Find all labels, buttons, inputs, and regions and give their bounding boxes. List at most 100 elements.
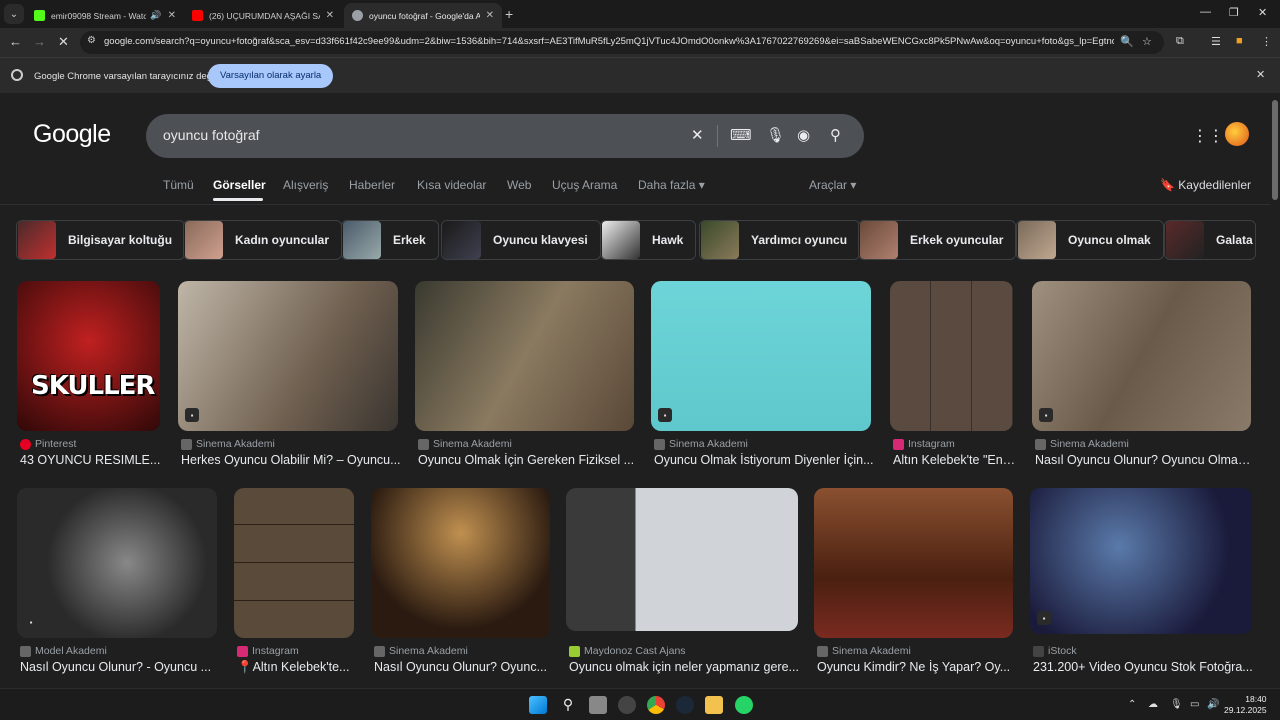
volume-icon[interactable]: 🔊 [1207,699,1219,710]
tab-images[interactable]: Görseller [213,178,266,192]
chip-erkek-oyuncular[interactable]: Erkek oyuncular [858,220,1017,260]
lens-icon[interactable]: ◉ [797,126,810,144]
clear-icon[interactable]: ✕ [691,126,704,144]
set-default-button[interactable]: Varsayılan olarak ayarla [208,64,334,88]
result-image[interactable] [566,488,798,631]
result-source[interactable]: Sinema Akademi [1035,438,1129,450]
tab-flights[interactable]: Uçuş Arama [552,178,617,192]
extensions-icon[interactable]: ⧉ [1176,35,1184,48]
chip-oyuncu-klavyesi[interactable]: Oyuncu klavyesi [441,220,601,260]
result-source[interactable]: Maydonoz Cast Ajans [569,645,686,657]
result-title[interactable]: Herkes Oyuncu Olabilir Mi? – Oyuncu... [181,453,401,467]
chip-bilgisayar-koltugu[interactable]: Bilgisayar koltuğu [16,220,186,260]
start-icon[interactable] [529,696,547,714]
result-image[interactable] [234,488,354,638]
result-source[interactable]: Pinterest [20,438,76,450]
result-source[interactable]: iStock [1033,645,1077,657]
result-source[interactable]: Sinema Akademi [181,438,275,450]
result-source[interactable]: Instagram [237,645,299,657]
result-source[interactable]: Sinema Akademi [374,645,468,657]
menu-kebab-icon[interactable]: ⋮ [1261,35,1272,48]
bookmark-star-icon[interactable]: ☆ [1142,35,1152,48]
scrollbar-thumb[interactable] [1272,100,1278,200]
close-tab-icon[interactable]: ✕ [326,10,334,21]
tab-all[interactable]: Tümü [163,178,194,192]
chevron-up-icon[interactable]: ⌃ [1128,699,1136,710]
avatar[interactable] [1225,122,1249,146]
zoom-icon[interactable]: 🔍 [1120,35,1134,48]
chrome-icon[interactable] [647,696,665,714]
back-icon[interactable]: ← [9,34,22,49]
search-icon[interactable]: ⚲ [559,696,577,714]
saved-button[interactable]: 🔖 Kaydedilenler [1160,178,1251,192]
speaker-icon[interactable]: 🔊 [150,10,161,21]
result-image[interactable] [415,281,634,431]
chip-yardimci-oyuncu[interactable]: Yardımcı oyuncu [699,220,861,260]
result-title[interactable]: Nasıl Oyuncu Olunur? Oyuncu Olmak... [1035,453,1254,467]
result-title[interactable]: Oyuncu Olmak İçin Gereken Fiziksel ... [418,453,637,467]
result-source[interactable]: Sinema Akademi [817,645,911,657]
tab-short-videos[interactable]: Kısa videolar [417,178,486,192]
result-title[interactable]: Oyuncu Kimdir? Ne İş Yapar? Oy... [817,660,1016,674]
close-infobar-icon[interactable]: ✕ [1256,68,1265,81]
search-icon[interactable]: ⚲ [830,126,841,144]
result-title[interactable]: 43 OYUNCU RESIMLE... [20,453,163,467]
new-tab-button[interactable]: + [505,6,513,22]
app-icon[interactable] [618,696,636,714]
result-source[interactable]: Sinema Akademi [418,438,512,450]
result-title[interactable]: Oyuncu Olmak İstiyorum Diyenler İçin... [654,453,874,467]
result-title[interactable]: Altın Kelebek'te "En ... [893,453,1016,467]
tools-button[interactable]: Araçlar ▾ [809,178,856,192]
restore-button[interactable]: ❐ [1229,6,1239,19]
network-tray-icon[interactable]: ☁ [1148,699,1158,710]
close-window-button[interactable]: ✕ [1258,6,1267,19]
result-image[interactable]: ▪ [1030,488,1252,634]
result-image[interactable]: SKULLER [17,281,160,431]
display-icon[interactable]: ▭ [1190,699,1199,710]
folder-icon[interactable] [705,696,723,714]
page-scrollbar[interactable] [1270,94,1280,688]
keyboard-icon[interactable]: ⌨ [730,126,752,144]
result-title[interactable]: Oyuncu olmak için neler yapmanız gere... [569,660,801,674]
chip-hawk[interactable]: Hawk [600,220,697,260]
tab-shopping[interactable]: Alışveriş [283,178,328,192]
close-tab-icon[interactable]: ✕ [168,10,176,21]
stop-icon[interactable]: ✕ [58,34,69,50]
result-title[interactable]: 📍Altın Kelebek'te... [237,660,357,675]
tab-youtube[interactable]: (26) UÇURUMDAN AŞAĞI SALL ✕ [184,3,342,28]
result-title[interactable]: Nasıl Oyuncu Olunur? Oyunc... [374,660,553,674]
mic-icon[interactable]: 🎙 [766,126,785,144]
profile-icon[interactable]: ■ [1236,35,1243,47]
tab-search-button[interactable]: ⌄ [4,4,24,24]
result-image[interactable] [371,488,550,638]
search-input[interactable]: oyuncu fotoğraf [163,127,260,143]
steam-icon[interactable] [676,696,694,714]
result-image[interactable]: ▪ [1032,281,1251,431]
mic-tray-icon[interactable]: 🎙 [1170,699,1183,710]
result-title[interactable]: 231.200+ Video Oyuncu Stok Fotoğra... [1033,660,1255,674]
result-source[interactable]: Model Akademi [20,645,107,657]
result-image[interactable] [814,488,1013,638]
site-info-icon[interactable]: ⚙ [87,35,96,46]
tab-kick[interactable]: emir09098 Stream - Watch 🔊 ✕ [26,3,184,28]
result-source[interactable]: Sinema Akademi [654,438,748,450]
forward-icon[interactable]: → [33,34,46,49]
result-image[interactable]: ▪ [651,281,871,431]
address-bar[interactable]: ⚙ google.com/search?q=oyuncu+fotoğraf&sc… [80,31,1164,54]
chip-kadin-oyuncular[interactable]: Kadın oyuncular [183,220,343,260]
result-image[interactable]: ▪ [178,281,398,431]
result-image[interactable] [890,281,1013,431]
result-source[interactable]: Instagram [893,438,955,450]
minimize-button[interactable]: — [1200,6,1211,18]
result-title[interactable]: Nasıl Oyuncu Olunur? - Oyuncu ... [20,660,220,674]
chip-galata[interactable]: Galata [1164,220,1256,260]
clock[interactable]: 18:40 29.12.2025 [1224,694,1267,716]
result-image[interactable]: ▪ [17,488,217,638]
close-tab-icon[interactable]: ✕ [486,10,494,21]
tab-news[interactable]: Haberler [349,178,395,192]
google-logo[interactable]: Google [33,120,111,149]
tab-google[interactable]: oyuncu fotoğraf - Google'da Ar ✕ [344,3,502,28]
tab-web[interactable]: Web [507,178,531,192]
chip-oyuncu-olmak[interactable]: Oyuncu olmak [1016,220,1164,260]
tab-more[interactable]: Daha fazla ▾ [638,178,705,192]
